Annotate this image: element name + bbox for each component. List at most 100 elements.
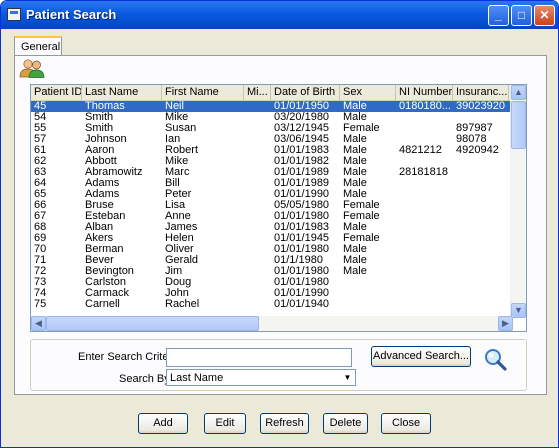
edit-button[interactable]: Edit xyxy=(204,413,246,434)
horizontal-scrollbar[interactable]: ◀ ▶ xyxy=(31,316,513,331)
cell-first-name: John xyxy=(165,288,189,299)
cell-first-name: Jim xyxy=(165,266,183,277)
column-header-middle-initial[interactable]: Mi... xyxy=(244,85,271,100)
delete-button[interactable]: Delete xyxy=(323,413,368,434)
column-header-first-name[interactable]: First Name xyxy=(162,85,244,100)
cell-last-name: Johnson xyxy=(85,134,127,145)
table-row[interactable]: 63AbramowitzMarc01/01/1989Male281818181 xyxy=(31,167,518,178)
close-window-button[interactable]: ✕ xyxy=(534,5,555,26)
cell-patient-id: 72 xyxy=(34,266,47,277)
table-row[interactable]: 69AkersHelen01/01/1945Female1 xyxy=(31,233,518,244)
add-button[interactable]: Add xyxy=(138,413,188,434)
cell-date-of-birth: 05/05/1980 xyxy=(274,200,330,211)
tab-general[interactable]: General xyxy=(14,36,62,56)
cell-date-of-birth: 01/01/1982 xyxy=(274,156,330,167)
column-header-sex[interactable]: Sex xyxy=(340,85,396,100)
cell-first-name: Oliver xyxy=(165,244,194,255)
window-title: Patient Search xyxy=(26,7,117,22)
table-row[interactable]: 75 Carnell Rachel 01/01/1940 xyxy=(31,299,513,310)
cell-last-name: Bever xyxy=(85,255,114,266)
table-row[interactable]: 57 Johnson Ian 03/06/1945 Male 98078 xyxy=(31,134,513,145)
vertical-scrollbar[interactable]: ▲ ▼ xyxy=(510,85,526,318)
cell-first-name: Lisa xyxy=(165,200,186,211)
table-row[interactable]: 74 Carmack John 01/01/1990 xyxy=(31,288,513,299)
column-header-ni-number[interactable]: NI Number xyxy=(396,85,453,100)
table-row[interactable]: 68 Alban James 01/01/1983 Male xyxy=(31,222,513,233)
cell-date-of-birth: 01/01/1983 xyxy=(274,222,330,233)
table-row[interactable]: 67 Esteban Anne 01/01/1980 Female xyxy=(31,211,513,222)
refresh-button[interactable]: Refresh xyxy=(260,413,309,434)
cell-patient-id: 74 xyxy=(34,288,47,299)
cell-date-of-birth: 01/01/1989 xyxy=(274,167,330,178)
column-header-insurance[interactable]: Insuranc... xyxy=(453,85,509,100)
cell-last-name: Aaron xyxy=(85,145,115,156)
cell-ni-number: 28181818 xyxy=(399,167,448,178)
cell-first-name: Rachel xyxy=(165,299,200,310)
cell-date-of-birth: 03/20/1980 xyxy=(274,112,330,123)
patient-grid[interactable]: Patient ID Last Name First Name Mi... Da… xyxy=(30,84,527,332)
search-by-select[interactable]: Last Name ▼ xyxy=(166,369,356,386)
cell-first-name: Neil xyxy=(165,101,184,112)
scroll-right-button[interactable]: ▶ xyxy=(498,316,513,331)
cell-date-of-birth: 01/01/1980 xyxy=(274,266,330,277)
cell-patient-id: 66 xyxy=(34,200,47,211)
table-row[interactable]: 73 Carlston Doug 01/01/1980 xyxy=(31,277,513,288)
cell-date-of-birth: 01/01/1983 xyxy=(274,145,330,156)
column-header-patient-id[interactable]: Patient ID xyxy=(31,85,82,100)
scroll-left-button[interactable]: ◀ xyxy=(31,316,46,331)
cell-sex: Female xyxy=(343,233,380,244)
table-row[interactable]: 66 Bruse Lisa 05/05/1980 Female xyxy=(31,200,513,211)
table-row[interactable]: 55 Smith Susan 03/12/1945 Female 897987 xyxy=(31,123,513,134)
cell-sex: Female xyxy=(343,123,380,134)
cell-last-name: Carnell xyxy=(85,299,120,310)
cell-date-of-birth: 01/01/1990 xyxy=(274,288,330,299)
cell-date-of-birth: 01/01/1940 xyxy=(274,299,330,310)
cell-ni-number: 0180180... xyxy=(399,101,451,112)
cell-patient-id: 45 xyxy=(34,101,47,112)
scroll-up-button[interactable]: ▲ xyxy=(511,85,526,100)
cell-first-name: Robert xyxy=(165,145,199,156)
table-row[interactable]: 71 Bever Gerald 01/1/1980 Male xyxy=(31,255,513,266)
cell-last-name: Esteban xyxy=(85,211,126,222)
cell-first-name: Bill xyxy=(165,178,180,189)
cell-date-of-birth: 01/01/1950 xyxy=(274,101,330,112)
column-header-last-name[interactable]: Last Name xyxy=(82,85,162,100)
table-row[interactable]: 62AbbottMike01/01/1982Male6 xyxy=(31,156,518,167)
table-row[interactable]: 65AdamsPeter01/01/1990Male5 xyxy=(31,189,518,200)
cell-sex: Male xyxy=(343,101,367,112)
cell-patient-id: 68 xyxy=(34,222,47,233)
table-row[interactable]: 70 Berman Oliver 01/01/1980 Male xyxy=(31,244,513,255)
minimize-button[interactable]: _ xyxy=(488,5,509,26)
cell-sex: Male xyxy=(343,112,367,123)
maximize-button[interactable]: □ xyxy=(511,5,532,26)
search-icon[interactable] xyxy=(483,347,507,371)
scroll-down-button[interactable]: ▼ xyxy=(511,303,526,318)
horizontal-scroll-thumb[interactable] xyxy=(46,316,259,331)
cell-patient-id: 63 xyxy=(34,167,47,178)
cell-patient-id: 57 xyxy=(34,134,47,145)
cell-last-name: Smith xyxy=(85,123,114,134)
cell-first-name: Marc xyxy=(165,167,190,178)
cell-sex: Female xyxy=(343,211,380,222)
cell-last-name: Smith xyxy=(85,112,114,123)
chevron-down-icon[interactable]: ▼ xyxy=(341,371,354,384)
close-button[interactable]: Close xyxy=(381,413,431,434)
table-row[interactable]: 45 Thomas Neil 01/01/1950 Male 0180180... 3902… xyxy=(31,101,518,112)
column-header-date-of-birth[interactable]: Date of Birth xyxy=(271,85,340,100)
table-row[interactable]: 64AdamsBill01/01/1989Male6 xyxy=(31,178,518,189)
vertical-scroll-thumb[interactable] xyxy=(511,101,526,149)
cell-last-name: Carlston xyxy=(85,277,126,288)
table-row[interactable]: 72 Bevington Jim 01/01/1980 Male xyxy=(31,266,513,277)
table-row[interactable]: 61 Aaron Robert 01/01/1983 Male 4821212 492094… xyxy=(31,145,518,156)
search-by-value: Last Name xyxy=(170,372,224,384)
search-criteria-input[interactable] xyxy=(166,348,352,367)
title-bar[interactable]: Patient Search _ □ ✕ xyxy=(1,1,558,29)
cell-date-of-birth: 01/01/1980 xyxy=(274,277,330,288)
cell-last-name: Thomas xyxy=(85,101,125,112)
table-row[interactable]: 54 Smith Mike 03/20/1980 Male xyxy=(31,112,513,123)
cell-date-of-birth: 03/06/1945 xyxy=(274,134,330,145)
cell-last-name: Alban xyxy=(85,222,114,233)
cell-patient-id: 73 xyxy=(34,277,47,288)
cell-sex: Male xyxy=(343,134,367,145)
advanced-search-button[interactable]: Advanced Search... xyxy=(371,346,471,367)
